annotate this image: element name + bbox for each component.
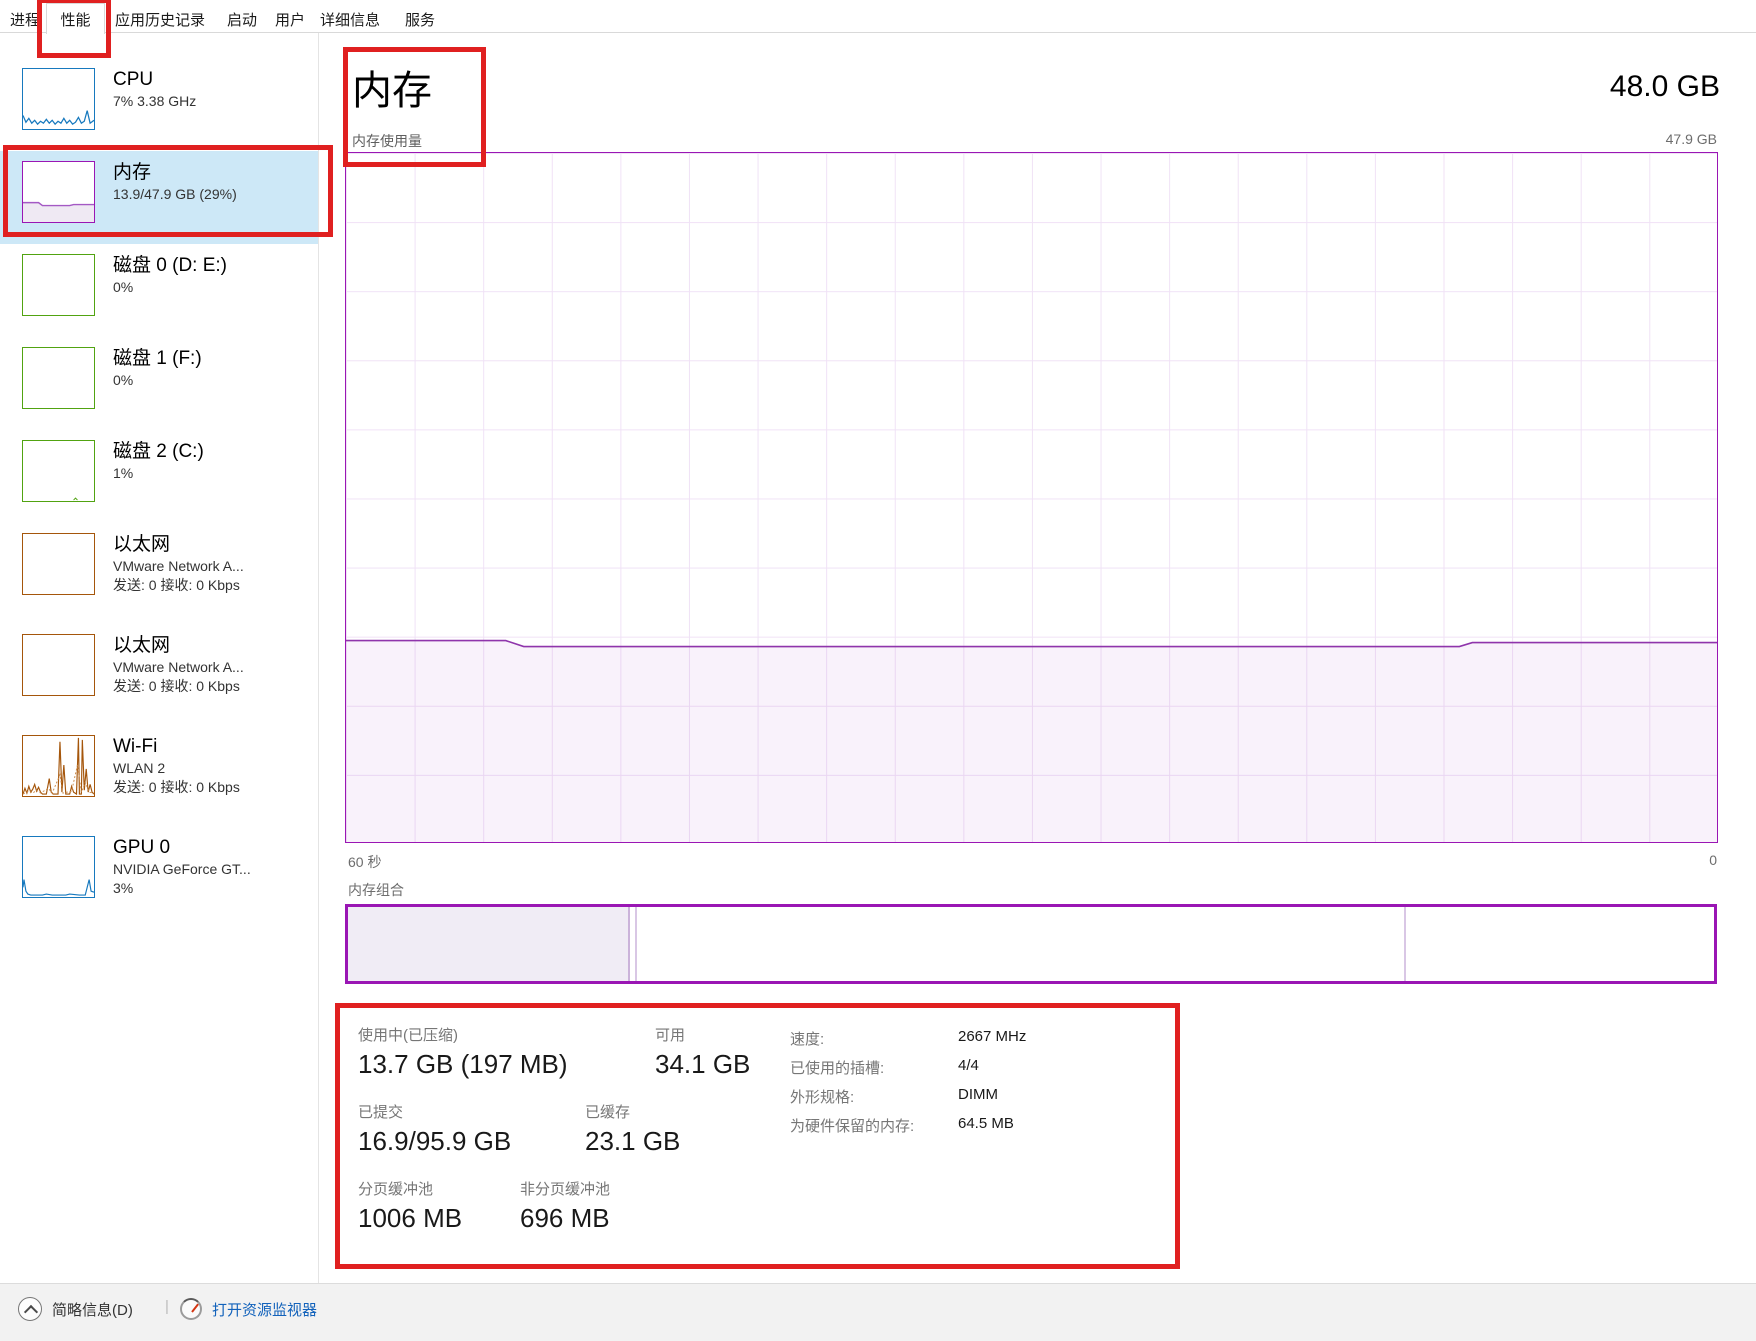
chevron-up-icon[interactable] (18, 1297, 42, 1321)
stat-paged-pool: 分页缓冲池 1006 MB (358, 1180, 462, 1236)
footer-separator: | (165, 1298, 169, 1315)
sidebar-item-stat: 7% 3.38 GHz (113, 92, 318, 111)
performance-sidebar: CPU 7% 3.38 GHz 内存 13.9/47.9 GB (29%) 磁盘… (0, 33, 319, 1283)
tab-users[interactable]: 用户 (275, 9, 305, 30)
sidebar-item-stat: 1% (113, 464, 318, 483)
stat-label: 已提交 (358, 1103, 511, 1123)
stat-label: 分页缓冲池 (358, 1180, 462, 1200)
detail-value: 64.5 MB (958, 1115, 1014, 1132)
stat-value: 13.7 GB (197 MB) (358, 1046, 568, 1082)
sidebar-item-title: 内存 (113, 161, 318, 185)
resource-monitor-icon[interactable] (180, 1298, 202, 1320)
sidebar-item-stat: 发送: 0 接收: 0 Kbps (113, 677, 318, 696)
sidebar-item-cpu[interactable]: CPU 7% 3.38 GHz (0, 58, 318, 151)
memory-composition-bar (345, 904, 1717, 984)
stat-non-paged-pool: 非分页缓冲池 696 MB (520, 1180, 610, 1236)
sidebar-item-ethernet-1[interactable]: 以太网 VMware Network A... 发送: 0 接收: 0 Kbps (0, 523, 318, 624)
detail-row-slots: 已使用的插槽: 4/4 (790, 1057, 1026, 1086)
stat-label: 已缓存 (585, 1103, 680, 1123)
hardware-details: 速度: 2667 MHz 已使用的插槽: 4/4 外形规格: DIMM 为硬件保… (790, 1028, 1026, 1144)
stat-value: 1006 MB (358, 1200, 462, 1236)
detail-label: 速度: (790, 1028, 958, 1049)
sidebar-item-disk2[interactable]: 磁盘 2 (C:) 1% (0, 430, 318, 523)
memory-graph-thumbnail (22, 161, 95, 223)
gpu-graph-thumbnail (22, 836, 95, 898)
memory-usage-graph (345, 152, 1718, 843)
sidebar-item-title: 磁盘 0 (D: E:) (113, 254, 318, 278)
sidebar-item-stat: 3% (113, 879, 318, 898)
stat-value: 34.1 GB (655, 1046, 750, 1082)
tab-details[interactable]: 详细信息 (320, 9, 380, 30)
x-axis-left-label: 60 秒 (348, 852, 381, 872)
stat-value: 696 MB (520, 1200, 610, 1236)
stat-committed: 已提交 16.9/95.9 GB (358, 1103, 511, 1159)
sidebar-item-memory[interactable]: 内存 13.9/47.9 GB (29%) (0, 151, 318, 244)
sidebar-item-stat: 13.9/47.9 GB (29%) (113, 185, 318, 204)
sidebar-item-title: GPU 0 (113, 836, 318, 860)
sidebar-item-title: 以太网 (113, 634, 318, 658)
stat-label: 使用中(已压缩) (358, 1026, 568, 1046)
wifi-graph-thumbnail (22, 735, 95, 797)
sidebar-item-stat: 发送: 0 接收: 0 Kbps (113, 778, 318, 797)
detail-value: DIMM (958, 1086, 998, 1103)
sidebar-item-adapter: VMware Network A... (113, 658, 318, 677)
stat-label: 非分页缓冲池 (520, 1180, 610, 1200)
composition-divider-2 (1404, 907, 1406, 981)
composition-in-use-segment (348, 907, 630, 981)
sidebar-item-title: Wi-Fi (113, 735, 318, 759)
sidebar-item-gpu[interactable]: GPU 0 NVIDIA GeForce GT... 3% (0, 826, 318, 927)
page-title: 内存 (352, 58, 432, 116)
tab-services[interactable]: 服务 (405, 9, 435, 30)
composition-divider-1 (635, 907, 637, 981)
detail-value: 4/4 (958, 1057, 979, 1074)
tab-performance[interactable]: 性能 (46, 3, 105, 34)
memory-usage-area (346, 153, 1717, 842)
sidebar-item-adapter: WLAN 2 (113, 759, 318, 778)
memory-total: 48.0 GB (1610, 70, 1720, 104)
disk2-graph-thumbnail (22, 440, 95, 502)
tab-startup[interactable]: 启动 (227, 9, 257, 30)
disk0-graph-thumbnail (22, 254, 95, 316)
sidebar-item-adapter: NVIDIA GeForce GT... (113, 860, 318, 879)
stat-label: 可用 (655, 1026, 750, 1046)
sidebar-item-stat: 0% (113, 278, 318, 297)
detail-row-hw-reserved: 为硬件保留的内存: 64.5 MB (790, 1115, 1026, 1144)
detail-row-speed: 速度: 2667 MHz (790, 1028, 1026, 1057)
stat-cached: 已缓存 23.1 GB (585, 1103, 680, 1159)
detail-label: 为硬件保留的内存: (790, 1115, 958, 1136)
tab-bar: 进程 性能 应用历史记录 启动 用户 详细信息 服务 (0, 0, 1756, 33)
fewer-details-toggle[interactable]: 简略信息(D) (52, 1299, 133, 1320)
detail-label: 已使用的插槽: (790, 1057, 958, 1078)
detail-label: 外形规格: (790, 1086, 958, 1107)
stat-value: 16.9/95.9 GB (358, 1123, 511, 1159)
sidebar-item-title: 磁盘 2 (C:) (113, 440, 318, 464)
memory-usage-graph-label: 内存使用量 (352, 131, 422, 151)
ethernet1-graph-thumbnail (22, 533, 95, 595)
detail-row-form-factor: 外形规格: DIMM (790, 1086, 1026, 1115)
sidebar-item-disk0[interactable]: 磁盘 0 (D: E:) 0% (0, 244, 318, 337)
open-resource-monitor-link[interactable]: 打开资源监视器 (212, 1299, 317, 1320)
sidebar-item-ethernet-2[interactable]: 以太网 VMware Network A... 发送: 0 接收: 0 Kbps (0, 624, 318, 725)
x-axis-right-label: 0 (1709, 852, 1717, 868)
sidebar-item-title: 磁盘 1 (F:) (113, 347, 318, 371)
sidebar-item-adapter: VMware Network A... (113, 557, 318, 576)
sidebar-item-title: CPU (113, 68, 318, 92)
ethernet2-graph-thumbnail (22, 634, 95, 696)
stat-available: 可用 34.1 GB (655, 1026, 750, 1082)
sidebar-item-stat: 发送: 0 接收: 0 Kbps (113, 576, 318, 595)
tab-app-history[interactable]: 应用历史记录 (115, 9, 205, 30)
stat-value: 23.1 GB (585, 1123, 680, 1159)
footer-bar: 简略信息(D) | 打开资源监视器 (0, 1283, 1756, 1341)
sidebar-item-title: 以太网 (113, 533, 318, 557)
detail-value: 2667 MHz (958, 1028, 1026, 1045)
y-axis-max-label: 47.9 GB (1666, 131, 1717, 147)
disk1-graph-thumbnail (22, 347, 95, 409)
sidebar-item-stat: 0% (113, 371, 318, 390)
sidebar-item-wifi[interactable]: Wi-Fi WLAN 2 发送: 0 接收: 0 Kbps (0, 725, 318, 826)
stat-in-use: 使用中(已压缩) 13.7 GB (197 MB) (358, 1026, 568, 1082)
tab-processes[interactable]: 进程 (10, 9, 40, 30)
sidebar-item-disk1[interactable]: 磁盘 1 (F:) 0% (0, 337, 318, 430)
memory-composition-label: 内存组合 (348, 880, 404, 900)
cpu-graph-thumbnail (22, 68, 95, 130)
